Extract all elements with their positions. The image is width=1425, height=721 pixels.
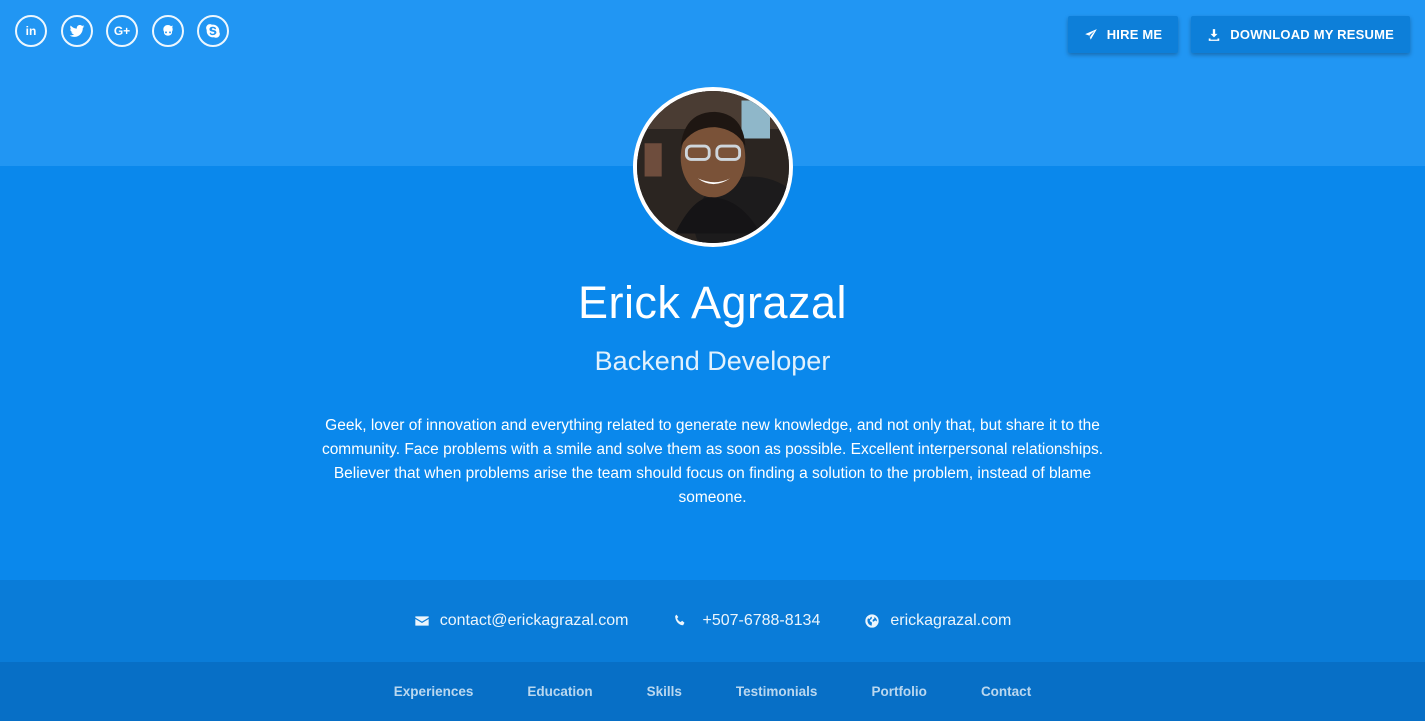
hire-me-button[interactable]: HIRE ME [1067,16,1179,53]
header-actions: HIRE ME DOWNLOAD MY RESUME [1055,16,1410,53]
contact-bar: contact@erickagrazal.com +507-6788-8134 … [0,580,1425,662]
contact-email-text: contact@erickagrazal.com [439,612,629,629]
envelope-icon [415,616,429,626]
send-icon [1084,28,1097,40]
phone-icon [675,614,685,626]
linkedin-link[interactable]: in [15,15,47,47]
profile-name: Erick Agrazal [577,277,848,328]
hire-me-label: HIRE ME [1106,27,1163,42]
contact-phone-text: +507-6788-8134 [702,612,821,629]
google-plus-icon: G+ [113,24,131,38]
twitter-icon [69,25,84,37]
avatar [633,87,793,247]
skype-link[interactable] [197,15,229,47]
download-icon [1209,28,1220,41]
github-icon [162,25,173,36]
google-plus-link[interactable]: G+ [106,15,138,47]
nav-skills[interactable]: Skills [647,684,682,699]
profile-bio: Geek, lover of innovation and everything… [321,417,1104,506]
contact-phone[interactable]: +507-6788-8134 [672,612,820,630]
download-resume-button[interactable]: DOWNLOAD MY RESUME [1191,16,1410,53]
github-link[interactable] [151,15,184,47]
nav-contact[interactable]: Contact [981,684,1031,699]
twitter-link[interactable] [60,15,93,47]
contact-website[interactable]: erickagrazal.com [864,612,1011,630]
nav-experiences[interactable]: Experiences [394,684,474,699]
skype-icon [206,24,220,38]
nav-testimonials[interactable]: Testimonials [736,684,818,699]
profile-photo [637,91,789,243]
section-nav: Experiences Education Skills Testimonial… [0,662,1425,721]
nav-portfolio[interactable]: Portfolio [871,684,927,699]
download-resume-label: DOWNLOAD MY RESUME [1230,27,1394,42]
contact-email[interactable]: contact@erickagrazal.com [414,612,629,630]
globe-icon [865,614,880,628]
contact-website-text: erickagrazal.com [890,612,1012,629]
linkedin-icon: in [25,24,37,38]
social-links: in G+ [15,15,243,47]
nav-education[interactable]: Education [527,684,592,699]
profile-role: Backend Developer [594,346,831,376]
